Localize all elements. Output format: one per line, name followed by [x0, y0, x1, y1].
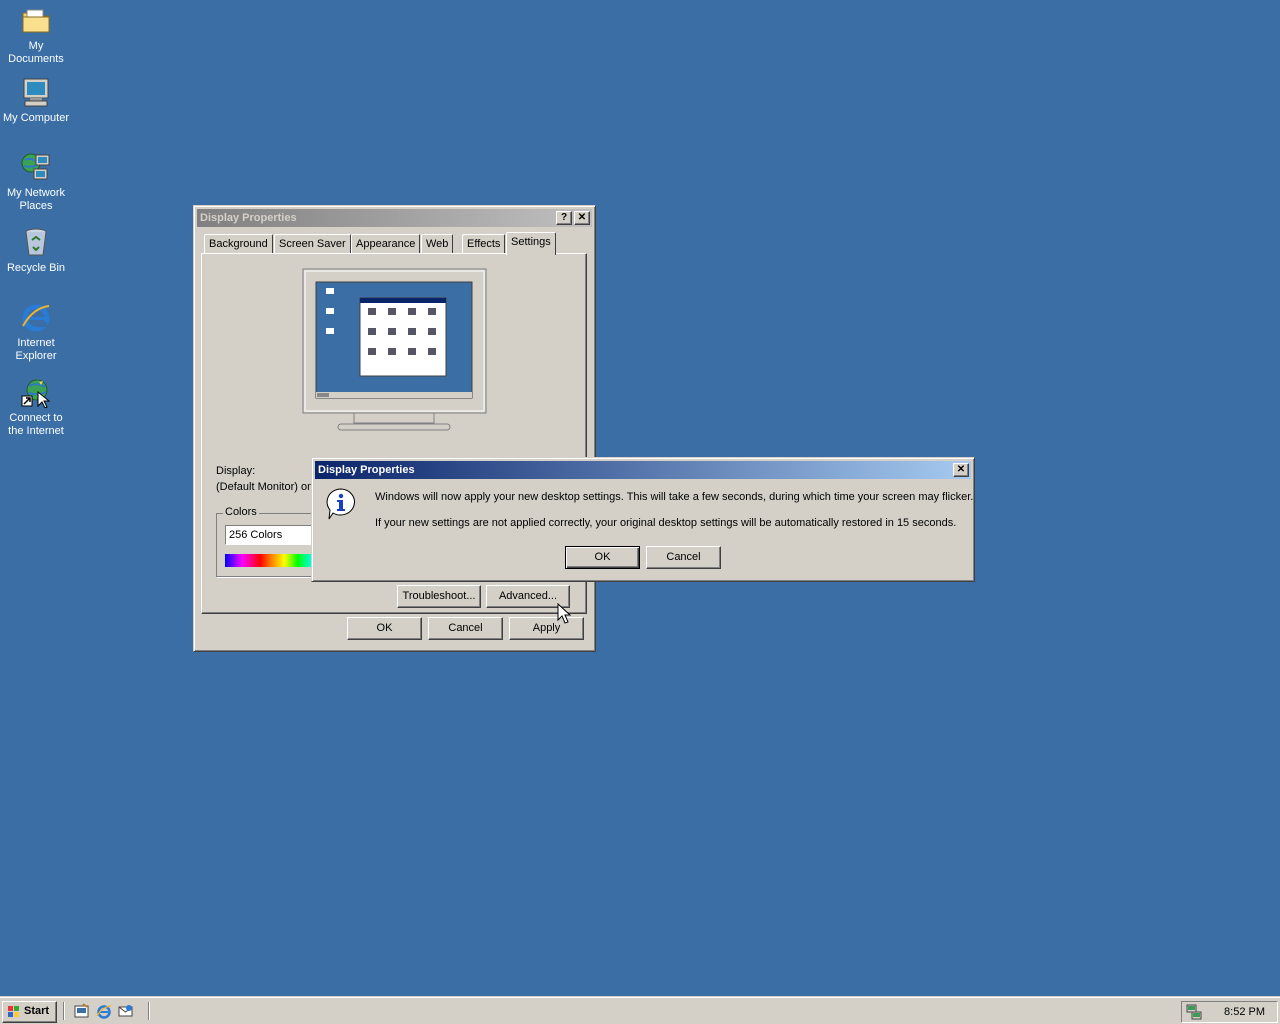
taskbar: Start 8:52 PM — [0, 996, 1280, 1024]
system-tray: 8:52 PM — [1181, 1001, 1278, 1023]
folder-icon — [20, 4, 52, 36]
desktop-icon-label: Explorer — [15, 350, 57, 362]
ok-button[interactable]: OK — [347, 617, 422, 640]
tab-appearance[interactable]: Appearance — [351, 234, 421, 254]
close-button[interactable]: ✕ — [574, 211, 590, 225]
start-label: Start — [24, 1005, 50, 1017]
show-desktop-icon[interactable] — [74, 1003, 90, 1022]
network-icon — [20, 151, 52, 183]
desktop-icon-my-computer[interactable]: My Computer — [0, 76, 72, 125]
desktop-icon-label: My Computer — [2, 112, 70, 124]
windows-logo-icon — [7, 1005, 21, 1019]
tab-web[interactable]: Web — [421, 234, 454, 254]
dialog-ok-button[interactable]: OK — [565, 546, 640, 569]
colors-select-value: 256 Colors — [229, 529, 283, 541]
dialog-cancel-button[interactable]: Cancel — [646, 546, 721, 569]
desktop-icon-label: Internet — [17, 337, 55, 349]
taskbar-separator — [63, 1002, 65, 1020]
confirm-dialog: Display Properties ✕ Windows will now ap… — [311, 457, 975, 582]
outlook-express-icon[interactable] — [118, 1003, 134, 1022]
desktop-icon-internet-explorer[interactable]: Internet Explorer — [0, 301, 72, 363]
desktop-icon-recycle-bin[interactable]: Recycle Bin — [0, 226, 72, 275]
display-label: Display: — [216, 465, 256, 477]
desktop-icon-label: Connect to — [9, 412, 63, 424]
ie-quicklaunch-icon[interactable] — [96, 1003, 112, 1022]
monitor-preview — [302, 268, 487, 438]
desktop-icon-label: My Network — [6, 187, 66, 199]
display-properties-window: Display Properties ? ✕ Background Screen… — [193, 205, 596, 652]
dialog-message-2: If your new settings are not applied cor… — [375, 517, 957, 529]
internet-explorer-icon — [20, 301, 52, 333]
desktop-icon-my-documents[interactable]: My Documents — [0, 4, 72, 66]
dialog-message-1: Windows will now apply your new desktop … — [375, 491, 974, 503]
colors-group-label: Colors — [223, 506, 259, 518]
mouse-cursor — [557, 602, 572, 625]
dialog-titlebar[interactable]: Display Properties ✕ — [315, 461, 971, 479]
help-button[interactable]: ? — [556, 211, 572, 225]
window-title: Display Properties — [200, 212, 297, 224]
display-value: (Default Monitor) on — [216, 481, 314, 493]
recycle-bin-icon — [20, 226, 52, 258]
quick-launch — [72, 1003, 144, 1021]
window-titlebar[interactable]: Display Properties ? ✕ — [197, 209, 592, 227]
tab-background[interactable]: Background — [204, 234, 273, 254]
tab-settings[interactable]: Settings — [506, 232, 556, 255]
desktop-icon-my-network-places[interactable]: My Network Places — [0, 151, 72, 213]
cancel-button[interactable]: Cancel — [428, 617, 503, 640]
dialog-title: Display Properties — [318, 464, 415, 476]
tab-effects[interactable]: Effects — [462, 234, 506, 254]
desktop-icon-label: Recycle Bin — [6, 262, 66, 274]
desktop-icon-label: Places — [19, 200, 53, 212]
connect-internet-icon — [20, 376, 52, 409]
desktop-icon-label: the Internet — [8, 425, 64, 437]
close-button[interactable]: ✕ — [953, 463, 969, 477]
tab-screen-saver[interactable]: Screen Saver — [274, 234, 351, 254]
desktop-icon-label: My Documents — [8, 40, 64, 65]
clock[interactable]: 8:52 PM — [1224, 1002, 1265, 1022]
network-tray-icon[interactable] — [1186, 1004, 1202, 1024]
apply-button[interactable]: Apply — [509, 617, 584, 640]
start-button[interactable]: Start — [2, 1001, 57, 1023]
desktop-icon-connect-to-the-internet[interactable]: Connect to the Internet — [0, 376, 72, 438]
computer-icon — [20, 76, 52, 108]
troubleshoot-button[interactable]: Troubleshoot... — [397, 585, 481, 608]
info-icon — [324, 487, 358, 521]
taskbar-separator — [148, 1002, 150, 1020]
